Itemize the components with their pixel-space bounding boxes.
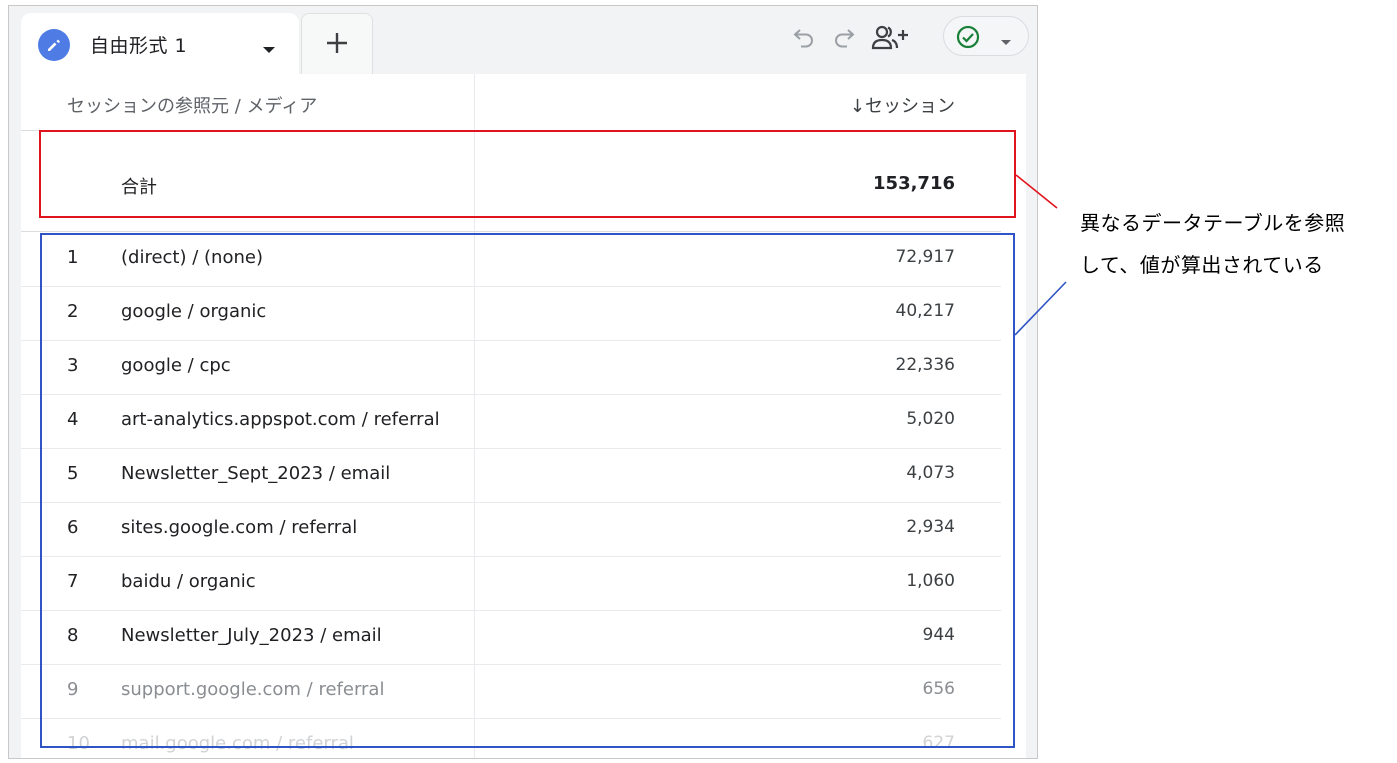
blue-connector-line [1014, 281, 1067, 336]
annotation-note: 異なるデータテーブルを参照 して、値が算出されている [1080, 202, 1397, 286]
annotation-line-2: して、値が算出されている [1080, 253, 1324, 277]
annotation-connectors [1014, 174, 1067, 336]
red-connector-line [1015, 174, 1058, 209]
annotation-line-1: 異なるデータテーブルを参照 [1080, 211, 1346, 235]
